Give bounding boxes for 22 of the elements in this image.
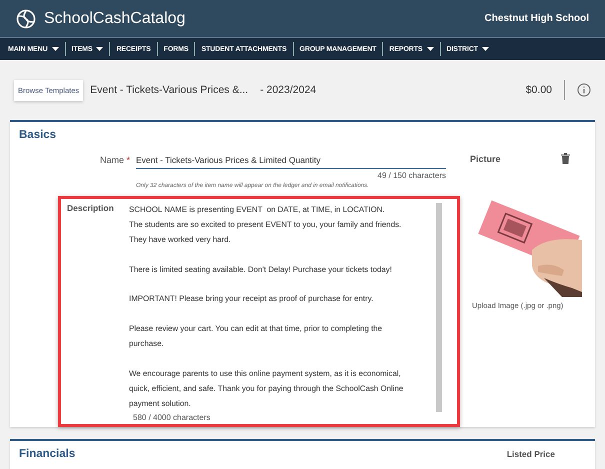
item-title: Event - Tickets-Various Prices &...	[90, 84, 248, 96]
section-title: Basics	[18, 128, 58, 141]
total-amount: $0.00	[526, 84, 552, 96]
caret-icon	[426, 47, 434, 51]
trash-icon[interactable]	[561, 153, 570, 164]
caret-icon	[96, 47, 104, 51]
listed-price-label: Listed Price	[506, 448, 556, 459]
description-label: Description	[67, 203, 115, 215]
info-icon[interactable]	[577, 83, 591, 97]
school-year: - 2023/2024	[260, 84, 316, 96]
character-count: 49 / 150 characters	[376, 171, 446, 180]
name-field[interactable]: Event - Tickets-Various Prices & Limited Quantity	[136, 155, 446, 169]
school-name: Chestnut High School	[484, 13, 589, 24]
section-title: Financials	[18, 446, 76, 460]
caret-icon	[482, 47, 489, 51]
name-label: Name *	[98, 155, 131, 167]
picture-label: Picture	[470, 154, 501, 164]
scrollbar[interactable]	[436, 203, 442, 412]
caret-icon	[52, 47, 59, 51]
logo-icon	[16, 8, 36, 28]
character-count: 580 / 4000 characters	[132, 412, 212, 422]
app-name: SchoolCashCatalog	[44, 10, 186, 28]
